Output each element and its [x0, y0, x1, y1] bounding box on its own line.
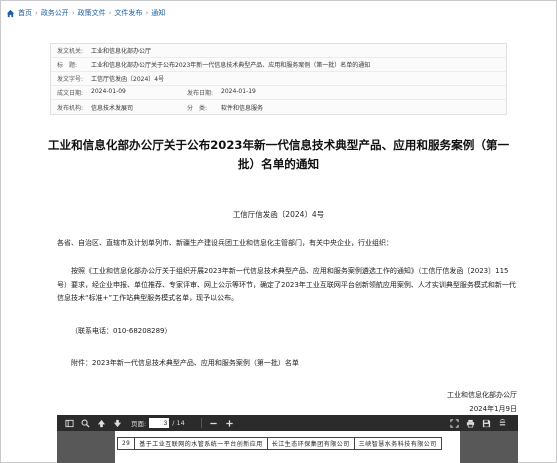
- breadcrumb-separator: ›: [108, 9, 112, 17]
- toolbar-right-group: [448, 417, 512, 429]
- table-row: 29 基于工业互联网的水管系统一平台创新应用 长江生态环保集团有限公司 三峡智慧…: [116, 437, 442, 450]
- pdf-toolbar: 页面: / 14: [57, 415, 518, 431]
- document-title: 工业和信息化部办公厅关于公布2023年新一代信息技术典型产品、应用和服务案例（第…: [47, 138, 510, 171]
- meta-issuer-label: 发文机关:: [57, 48, 84, 55]
- table-cell-company: 长江生态环保集团有限公司: [266, 437, 355, 450]
- meta-published-label: 发布日期:: [187, 90, 214, 97]
- breadcrumb-policy-docs[interactable]: 政策文件: [78, 8, 106, 18]
- search-icon[interactable]: [79, 417, 91, 429]
- document-metadata: 发文机关: 工业和信息化部办公厅 标 题: 工业和信息化部办公厅关于公布2023…: [50, 43, 507, 115]
- breadcrumb-notice[interactable]: 通知: [151, 8, 165, 18]
- table-cell-index: 29: [116, 437, 136, 450]
- breadcrumb-separator: ›: [145, 9, 149, 17]
- breadcrumb: 首页 › 政务公开 › 政策文件 › 文件发布 › 通知: [6, 6, 165, 20]
- main-paragraph: 按照《工业和信息化部办公厅关于组织开展2023年新一代信息技术典型产品、应用和服…: [57, 267, 516, 302]
- page-number-input[interactable]: [149, 418, 170, 428]
- signer: 工业和信息化部办公厅: [447, 391, 517, 399]
- meta-category-label: 分 类:: [187, 104, 208, 112]
- meta-category-value: 软件和信息服务: [221, 104, 264, 112]
- arrow-down-icon[interactable]: [111, 417, 123, 429]
- breadcrumb-separator: ›: [71, 9, 75, 17]
- meta-issuer-value: 工业和信息化部办公厅: [91, 48, 152, 55]
- meta-title-label: 标 题:: [57, 62, 78, 69]
- toolbar-divider: [200, 418, 202, 428]
- arrow-up-icon[interactable]: [95, 417, 107, 429]
- page-total: / 14: [172, 419, 185, 427]
- zoom-in-icon[interactable]: [224, 417, 236, 429]
- meta-written-value: 2024-01-09: [91, 88, 126, 95]
- meta-published-value: 2024-01-19: [221, 88, 256, 95]
- meta-written-label: 成文日期:: [57, 90, 84, 97]
- pdf-viewer-area[interactable]: 29 基于工业互联网的水管系统一平台创新应用 长江生态环保集团有限公司 三峡智慧…: [57, 431, 518, 463]
- sign-date: 2024年1月9日: [469, 405, 517, 413]
- breadcrumb-doc-release[interactable]: 文件发布: [114, 8, 142, 18]
- save-icon[interactable]: [480, 417, 492, 429]
- attachment-link[interactable]: 附件：2023年新一代信息技术典型产品、应用和服务案例（第一批）名单: [71, 357, 531, 371]
- meta-doc-no-label: 发文字号:: [57, 76, 84, 83]
- recipients-paragraph: 各省、自治区、直辖市及计划单列市、新疆生产建设兵团工业和信息化主管部门，有关中央…: [57, 239, 393, 247]
- page-label: 页面:: [131, 420, 147, 428]
- breadcrumb-separator: ›: [35, 9, 38, 17]
- table-cell-product: 基于工业互联网的水管系统一平台创新应用: [134, 437, 268, 450]
- meta-doc-no-row: 发文字号: 工信厅信发函〔2024〕4号: [51, 72, 506, 86]
- meta-title-row: 标 题: 工业和信息化部办公厅关于公布2023年新一代信息技术典型产品、应用和服…: [51, 58, 506, 72]
- table-cell-partner: 三峡智慧水务科技有限公司: [353, 437, 442, 450]
- meta-title-value: 工业和信息化部办公厅关于公布2023年新一代信息技术典型产品、应用和服务案例（第…: [91, 62, 371, 69]
- meta-org-value: 信息技术发展司: [91, 104, 134, 112]
- document-number: 工信厅信发函〔2024〕4号: [232, 210, 325, 219]
- sidebar-toggle-icon[interactable]: [63, 417, 75, 429]
- print-icon[interactable]: [464, 417, 476, 429]
- home-icon[interactable]: [6, 9, 15, 18]
- meta-org-label: 发布机构:: [57, 104, 84, 112]
- breadcrumb-gov-affairs[interactable]: 政务公开: [41, 8, 69, 18]
- fullscreen-icon[interactable]: [448, 417, 460, 429]
- meta-doc-no-value: 工信厅信发函〔2024〕4号: [91, 76, 165, 83]
- contact-line: （联系电话：010-68208289）: [71, 327, 172, 335]
- breadcrumb-home[interactable]: 首页: [18, 8, 32, 18]
- meta-issuer-row: 发文机关: 工业和信息化部办公厅: [51, 44, 506, 58]
- more-icon[interactable]: [496, 417, 508, 429]
- pdf-table: 29 基于工业互联网的水管系统一平台创新应用 长江生态环保集团有限公司 三峡智慧…: [116, 437, 442, 450]
- meta-dates-row: 成文日期: 2024-01-09 发布日期: 2024-01-19: [51, 86, 506, 100]
- zoom-out-icon[interactable]: [208, 417, 220, 429]
- meta-org-row: 发布机构: 信息技术发展司 分 类: 软件和信息服务: [51, 100, 506, 114]
